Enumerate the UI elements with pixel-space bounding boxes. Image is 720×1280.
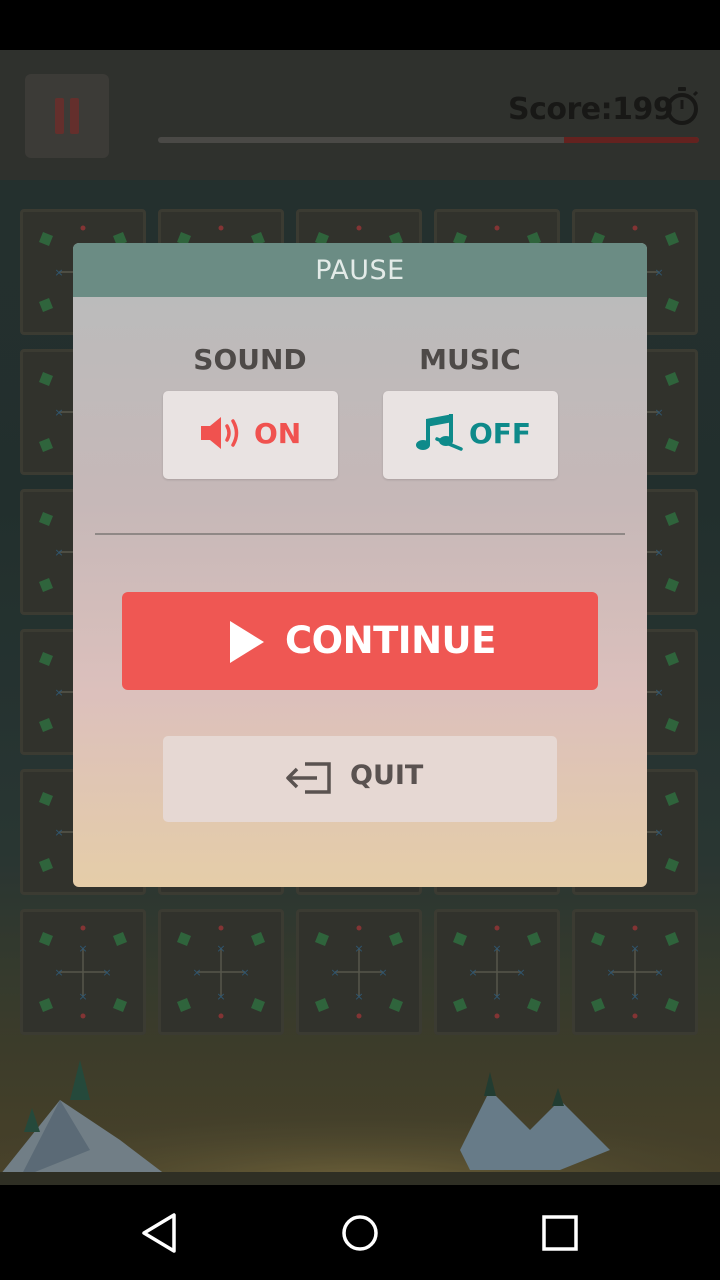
game-screen: Score:199 × × × × × × × × × × × × × × × × × × × × × × × × × × × × × ×… xyxy=(0,0,720,1280)
back-button[interactable] xyxy=(110,1185,210,1280)
continue-label: CONTINUE xyxy=(285,619,496,662)
sound-label: SOUND xyxy=(193,343,307,376)
pause-dialog: PAUSE SOUND MUSIC ON OFF CONTINUE QUIT xyxy=(73,243,647,887)
music-notes-icon xyxy=(416,414,463,451)
music-toggle-button[interactable]: OFF xyxy=(383,391,558,479)
status-bar xyxy=(0,0,720,50)
music-state: OFF xyxy=(469,417,532,450)
dialog-header: PAUSE xyxy=(73,243,647,297)
recents-icon xyxy=(542,1215,578,1251)
home-icon xyxy=(342,1215,378,1251)
sound-toggle-button[interactable]: ON xyxy=(163,391,338,479)
quit-button[interactable]: QUIT xyxy=(163,736,557,822)
dialog-title: PAUSE xyxy=(315,255,405,286)
continue-button[interactable]: CONTINUE xyxy=(122,592,598,690)
home-button[interactable] xyxy=(310,1185,410,1280)
back-icon xyxy=(142,1213,176,1253)
sound-state: ON xyxy=(254,417,302,450)
recents-button[interactable] xyxy=(510,1185,610,1280)
speaker-icon xyxy=(201,417,239,449)
play-icon xyxy=(230,621,264,663)
dialog-divider xyxy=(95,533,625,535)
exit-icon xyxy=(286,762,331,794)
music-label: MUSIC xyxy=(419,343,521,376)
navigation-bar xyxy=(0,1185,720,1280)
quit-label: QUIT xyxy=(350,760,424,791)
